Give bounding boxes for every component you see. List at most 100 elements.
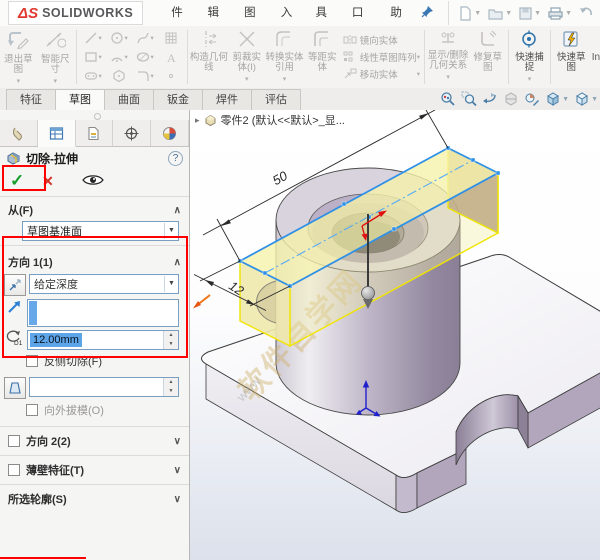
tab-surfaces[interactable]: 曲面 xyxy=(104,89,154,110)
zoom-to-fit-button[interactable] xyxy=(440,91,456,107)
feature-tree-flyout[interactable]: ▸ 零件2 (默认<<默认>_显... xyxy=(195,112,345,128)
convert-entities-button[interactable]: 转换实体引用 ▾ xyxy=(265,26,304,88)
spin-up-icon[interactable]: ▲ xyxy=(164,378,178,387)
sketch-text-tool-button[interactable]: A xyxy=(158,48,184,67)
zoom-to-area-button[interactable] xyxy=(461,91,477,107)
tab-configuration-manager[interactable] xyxy=(75,120,114,146)
direction1-section-header[interactable]: 方向 1(1) ∧ xyxy=(0,252,189,272)
arc-tool-button[interactable]: ▾ xyxy=(106,48,132,67)
mirror-entities-button[interactable]: 镜向实体 xyxy=(341,32,422,49)
spin-buttons[interactable]: ▲ ▼ xyxy=(163,378,178,396)
exit-sketch-caret-icon[interactable]: ▾ xyxy=(17,77,21,88)
tab-property-manager[interactable] xyxy=(37,120,76,147)
tab-feature-manager-tree[interactable] xyxy=(0,120,38,146)
slot-tool-button[interactable]: ▾ xyxy=(80,67,106,86)
collapse-chevron-icon[interactable]: ∧ xyxy=(174,257,181,268)
depth-value[interactable]: 12.00mm xyxy=(30,333,82,347)
spline-tool-button[interactable]: ▾ xyxy=(132,29,158,48)
tab-sketch[interactable]: 草图 xyxy=(55,89,105,110)
tree-expand-icon[interactable]: ▸ xyxy=(195,115,200,126)
draft-angle-spinbox[interactable]: ▲ ▼ xyxy=(29,377,179,397)
tree-item-label[interactable]: 零件2 (默认<<默认>_显... xyxy=(221,112,345,128)
sketch-plane-tool-button[interactable] xyxy=(158,29,184,48)
expand-chevron-icon[interactable]: ∨ xyxy=(174,465,181,476)
pin-menu-icon[interactable] xyxy=(421,5,434,21)
direction2-section-header[interactable]: 方向 2(2) ∨ xyxy=(0,431,189,451)
move-entities-caret-icon[interactable]: ▾ xyxy=(417,70,420,78)
save-button[interactable]: ▼ xyxy=(519,6,541,20)
exit-sketch-button[interactable]: 退出草图 ▾ xyxy=(0,26,37,88)
ok-button[interactable]: ✓ xyxy=(10,171,34,191)
display-relations-caret-icon[interactable]: ▾ xyxy=(446,73,450,84)
tab-display-manager[interactable] xyxy=(151,120,189,146)
flip-side-checkbox-row: 反侧切除(F) xyxy=(0,353,189,369)
linear-pattern-caret-icon[interactable]: ▾ xyxy=(417,53,420,61)
spin-down-icon[interactable]: ▼ xyxy=(164,340,178,349)
smart-dimension-caret-icon[interactable]: ▾ xyxy=(54,77,58,88)
direction-selection-box[interactable] xyxy=(27,299,179,327)
help-icon[interactable]: ? xyxy=(168,151,183,166)
spin-down-icon[interactable]: ▼ xyxy=(164,387,178,396)
circle-tool-button[interactable]: ▾ xyxy=(106,29,132,48)
smart-dimension-button[interactable]: 智能尺寸 ▾ xyxy=(37,26,74,88)
divider xyxy=(0,455,189,456)
quick-snaps-button[interactable]: 快速捕捉 ▾ xyxy=(511,26,548,88)
spin-up-icon[interactable]: ▲ xyxy=(164,331,178,340)
from-section-header[interactable]: 从(F) ∧ xyxy=(0,200,189,220)
move-entities-button[interactable]: 移动实体 ▾ xyxy=(341,66,422,83)
undo-button[interactable] xyxy=(579,7,593,19)
depth-spinbox[interactable]: 12.00mm ▲ ▼ xyxy=(27,330,179,350)
graphics-viewport[interactable]: 软件自学网 www 50 12 ▸ 零件2 (默认<<默认>_显... xyxy=(190,110,600,560)
ellipse-tool-button[interactable]: ▾ xyxy=(132,48,158,67)
instant2d-label[interactable]: In xyxy=(592,52,600,63)
tab-weldments[interactable]: 焊件 xyxy=(202,89,252,110)
tab-dimxpert-manager[interactable] xyxy=(113,120,152,146)
draft-outward-checkbox[interactable] xyxy=(26,404,38,416)
cancel-button[interactable]: ✕ xyxy=(42,173,68,190)
construction-geometry-button[interactable]: 构造几何线 xyxy=(190,26,229,88)
quick-snaps-caret-icon[interactable]: ▾ xyxy=(528,75,532,86)
thin-feature-checkbox[interactable] xyxy=(8,464,20,476)
line-tool-button[interactable]: ▾ xyxy=(80,29,106,48)
thin-feature-section-header[interactable]: 薄壁特征(T) ∨ xyxy=(0,460,189,480)
model-canvas[interactable]: 软件自学网 www 50 12 xyxy=(190,110,600,560)
display-style-button[interactable]: ▼ xyxy=(574,91,598,107)
tab-evaluate[interactable]: 评估 xyxy=(251,89,301,110)
polygon-tool-button[interactable] xyxy=(106,67,132,86)
display-delete-relations-button[interactable]: 显示/删除几何关系 ▾ xyxy=(427,26,469,88)
from-plane-dropdown[interactable]: 草图基准面 ▼ xyxy=(22,221,179,241)
section-view-button[interactable] xyxy=(503,91,519,107)
tab-sheet-metal[interactable]: 钣金 xyxy=(153,89,203,110)
rapid-sketch-button[interactable]: 快速草图 xyxy=(553,26,590,88)
print-button[interactable]: ▼ xyxy=(548,6,572,20)
trim-entities-caret-icon[interactable]: ▾ xyxy=(245,75,249,86)
repair-sketch-button[interactable]: 修复草图 xyxy=(469,26,506,88)
splitter-knob-icon[interactable] xyxy=(94,113,101,120)
flip-side-checkbox[interactable] xyxy=(26,355,38,367)
point-tool-button[interactable] xyxy=(158,67,184,86)
offset-entities-button[interactable]: 等距实体 xyxy=(304,26,341,88)
view-orientation-button[interactable]: ▼ xyxy=(545,91,569,107)
open-document-button[interactable]: ▼ xyxy=(488,7,512,20)
expand-chevron-icon[interactable]: ∨ xyxy=(174,436,181,447)
tab-features[interactable]: 特征 xyxy=(6,89,56,110)
end-condition-dropdown[interactable]: 给定深度 ▼ xyxy=(29,274,179,294)
spin-buttons[interactable]: ▲ ▼ xyxy=(163,331,178,349)
draft-button[interactable] xyxy=(4,377,26,399)
sketch-fillet-tool-button[interactable]: ▾ xyxy=(132,67,158,86)
collapse-chevron-icon[interactable]: ∧ xyxy=(174,205,181,216)
panel-splitter[interactable] xyxy=(0,110,189,120)
direction2-checkbox[interactable] xyxy=(8,435,20,447)
linear-sketch-pattern-button[interactable]: 线性草图阵列 ▾ xyxy=(341,49,422,66)
preview-eye-icon[interactable] xyxy=(82,174,104,189)
selected-contours-section-header[interactable]: 所选轮廓(S) ∨ xyxy=(0,489,189,509)
edit-appearance-button[interactable] xyxy=(524,91,540,107)
rectangle-tool-button[interactable]: ▾ xyxy=(80,48,106,67)
new-document-button[interactable]: ▼ xyxy=(459,5,481,21)
convert-entities-caret-icon[interactable]: ▾ xyxy=(283,75,287,86)
reverse-direction-button[interactable] xyxy=(4,274,26,296)
previous-view-button[interactable] xyxy=(482,91,498,107)
dimension-50-text[interactable]: 50 xyxy=(270,168,291,188)
expand-chevron-icon[interactable]: ∨ xyxy=(174,494,181,505)
trim-entities-button[interactable]: 剪裁实体(I) ▾ xyxy=(228,26,265,88)
